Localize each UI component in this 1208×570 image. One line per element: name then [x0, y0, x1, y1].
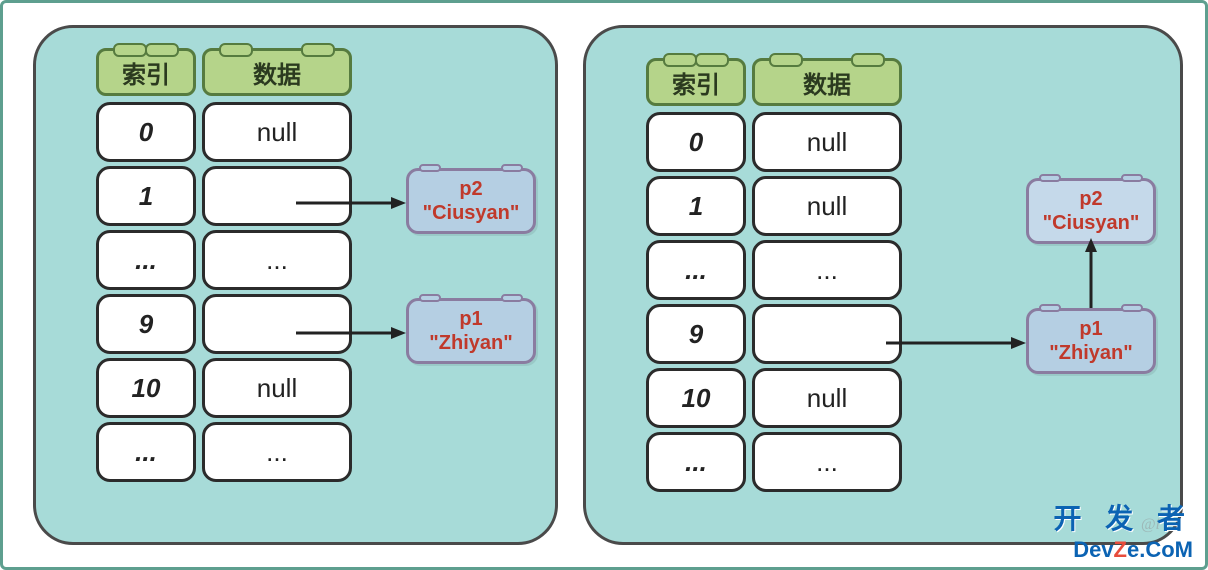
data-cell: null — [202, 358, 352, 418]
data-cell: null — [752, 176, 902, 236]
node-label-line1: p1 — [1041, 317, 1141, 341]
index-cell: 1 — [96, 166, 196, 226]
data-cell: null — [752, 112, 902, 172]
node-label-line2: "Zhiyan" — [1041, 341, 1141, 365]
right-panel: 索引 数据 0null 1null ...... 9 10null ......… — [583, 25, 1183, 545]
data-cell: ... — [752, 240, 902, 300]
diagram-canvas: 索引 数据 0null 1 ...... 9 10null ...... p2 … — [0, 0, 1208, 570]
table-row: 9 — [646, 304, 902, 364]
index-cell: ... — [646, 432, 746, 492]
data-cell — [752, 304, 902, 364]
table-row: 1null — [646, 176, 902, 236]
node-label-line1: p1 — [421, 307, 521, 331]
node-label-line1: p2 — [421, 177, 521, 201]
arrow-icon — [886, 333, 1026, 358]
index-cell: 9 — [646, 304, 746, 364]
signature-watermark: @i — [1141, 516, 1160, 534]
left-panel: 索引 数据 0null 1 ...... 9 10null ...... p2 … — [33, 25, 558, 545]
table-row: 0null — [96, 102, 352, 162]
arrow-up-icon — [1081, 238, 1101, 313]
index-cell: 10 — [646, 368, 746, 428]
header-data: 数据 — [752, 58, 902, 106]
table-row: ...... — [646, 240, 902, 300]
right-table-header: 索引 数据 — [646, 58, 902, 106]
table-row: 10null — [646, 368, 902, 428]
index-cell: ... — [646, 240, 746, 300]
index-cell: 9 — [96, 294, 196, 354]
table-row: ...... — [96, 230, 352, 290]
left-table-body: 0null 1 ...... 9 10null ...... — [96, 102, 352, 482]
node-p2-left: p2 "Ciusyan" — [406, 168, 536, 234]
arrow-icon — [296, 323, 406, 348]
right-table-body: 0null 1null ...... 9 10null ...... — [646, 112, 902, 492]
node-p1-right: p1 "Zhiyan" — [1026, 308, 1156, 374]
index-cell: 0 — [646, 112, 746, 172]
node-label-line2: "Zhiyan" — [421, 331, 521, 355]
data-cell: null — [202, 102, 352, 162]
table-row: 10null — [96, 358, 352, 418]
index-cell: 1 — [646, 176, 746, 236]
node-label-line1: p2 — [1041, 187, 1141, 211]
index-cell: ... — [96, 422, 196, 482]
data-cell: ... — [202, 230, 352, 290]
header-index: 索引 — [96, 48, 196, 96]
index-cell: 0 — [96, 102, 196, 162]
right-table: 索引 数据 0null 1null ...... 9 10null ...... — [646, 58, 902, 492]
table-row: 0null — [646, 112, 902, 172]
header-data: 数据 — [202, 48, 352, 96]
data-cell: ... — [752, 432, 902, 492]
node-p1-left: p1 "Zhiyan" — [406, 298, 536, 364]
index-cell: 10 — [96, 358, 196, 418]
data-cell: ... — [202, 422, 352, 482]
table-row: ...... — [96, 422, 352, 482]
table-row: ...... — [646, 432, 902, 492]
arrow-icon — [296, 193, 406, 218]
header-index: 索引 — [646, 58, 746, 106]
node-p2-right: p2 "Ciusyan" — [1026, 178, 1156, 244]
index-cell: ... — [96, 230, 196, 290]
node-label-line2: "Ciusyan" — [421, 201, 521, 225]
data-cell: null — [752, 368, 902, 428]
left-table: 索引 数据 0null 1 ...... 9 10null ...... — [96, 48, 352, 482]
left-table-header: 索引 数据 — [96, 48, 352, 96]
node-label-line2: "Ciusyan" — [1041, 211, 1141, 235]
